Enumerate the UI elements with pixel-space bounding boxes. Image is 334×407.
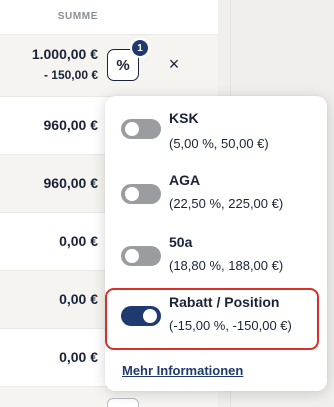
toggle-knob: [143, 309, 157, 323]
row-amount: 0,00 €: [59, 291, 98, 307]
column-header-summe: SUMME: [57, 11, 98, 22]
option-detail: (-15,00 %, -150,00 €): [169, 318, 292, 333]
option-aga: AGA (22,50 %, 225,00 €): [105, 170, 327, 232]
option-ksk: KSK (5,00 %, 50,00 €): [105, 106, 327, 168]
remove-row-button[interactable]: ×: [164, 54, 184, 74]
option-name: KSK: [169, 110, 199, 126]
percent-surcharge-button-row-6[interactable]: [107, 398, 139, 407]
option-detail: (22,50 %, 225,00 €): [169, 196, 284, 211]
close-icon: ×: [168, 54, 180, 74]
toggle-rabatt-position[interactable]: [121, 306, 161, 326]
surcharge-count-badge: 1: [130, 38, 150, 58]
row-amount: 1.000,00 €: [31, 46, 98, 62]
toggle-ksk[interactable]: [121, 119, 161, 139]
row-discount: - 150,00 €: [43, 68, 98, 82]
row-amount: 0,00 €: [59, 349, 98, 365]
option-name: Rabatt / Position: [169, 294, 280, 310]
toggle-knob: [125, 187, 139, 201]
row-amount: 960,00 €: [43, 117, 99, 133]
row-amount: 960,00 €: [43, 175, 99, 191]
percent-icon: %: [116, 56, 130, 74]
option-rabatt-position: Rabatt / Position (-15,00 %, -150,00 €): [105, 292, 327, 354]
surcharge-popover: KSK (5,00 %, 50,00 €) AGA (22,50 %, 225,…: [105, 96, 327, 391]
option-detail: (5,00 %, 50,00 €): [169, 136, 269, 151]
option-50a: 50a (18,80 %, 188,00 €): [105, 232, 327, 294]
more-information-link[interactable]: Mehr Informationen: [122, 363, 243, 378]
row-amount: 0,00 €: [59, 233, 98, 249]
toggle-knob: [125, 249, 139, 263]
option-name: AGA: [169, 172, 201, 188]
toggle-50a[interactable]: [121, 246, 161, 266]
toggle-knob: [125, 122, 139, 136]
option-name: 50a: [169, 234, 193, 250]
option-detail: (18,80 %, 188,00 €): [169, 258, 284, 273]
toggle-aga[interactable]: [121, 184, 161, 204]
